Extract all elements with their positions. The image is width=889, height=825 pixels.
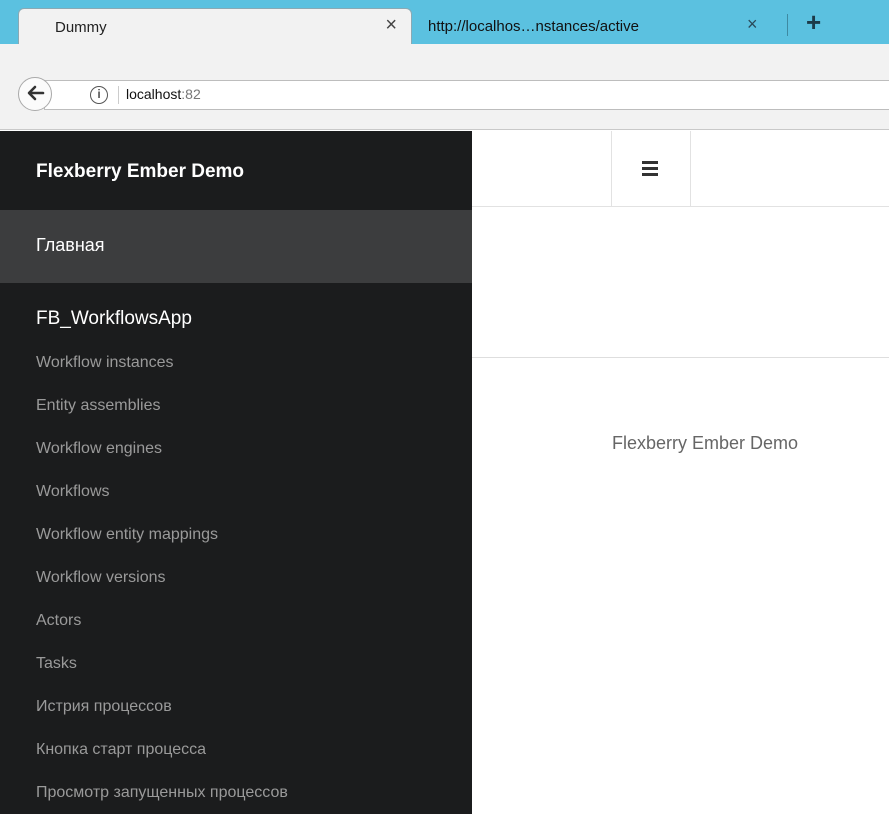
sidebar-item-workflow-instances[interactable]: Workflow instances	[36, 352, 288, 395]
brand-title[interactable]: Flexberry Ember Demo	[36, 161, 244, 183]
plus-icon[interactable]: +	[806, 9, 821, 35]
sidebar-item-entity-assemblies[interactable]: Entity assemblies	[36, 395, 288, 438]
sidebar-item-label: Главная	[36, 235, 105, 255]
url-text[interactable]: localhost:82	[126, 86, 201, 102]
sidebar-item-process-history[interactable]: Истрия процессов	[36, 696, 288, 739]
url-port: :82	[181, 86, 201, 102]
sidebar-item-actors[interactable]: Actors	[36, 610, 288, 653]
main-content: Flexberry Ember Demo	[472, 131, 889, 814]
back-arrow-icon	[25, 82, 45, 109]
sidebar-item-running-processes[interactable]: Просмотр запущенных процессов	[36, 782, 288, 825]
tab-title: http://localhos…nstances/active	[428, 18, 639, 35]
page-header	[472, 208, 889, 358]
browser-tab-instances[interactable]: http://localhos…nstances/active ×	[418, 8, 778, 44]
menu-toggle-button[interactable]	[611, 131, 691, 207]
browser-tab-dummy[interactable]: Dummy ×	[18, 8, 412, 45]
sidebar-item-home[interactable]: Главная	[0, 210, 472, 283]
url-host: localhost	[126, 86, 182, 102]
sidebar-group-title: FB_WorkflowsApp	[36, 308, 192, 329]
hamburger-icon	[642, 161, 658, 176]
sidebar-item-workflows[interactable]: Workflows	[36, 481, 288, 524]
tab-title: Dummy	[55, 19, 107, 36]
sidebar-item-tasks[interactable]: Tasks	[36, 653, 288, 696]
footer-title: Flexberry Ember Demo	[612, 433, 799, 453]
address-separator	[118, 86, 119, 104]
top-bar	[472, 131, 889, 207]
sidebar-item-workflow-versions[interactable]: Workflow versions	[36, 567, 288, 610]
tab-separator	[787, 14, 788, 36]
back-button[interactable]	[18, 77, 52, 111]
sidebar: Flexberry Ember Demo Главная FB_Workflow…	[0, 131, 472, 814]
sidebar-item-workflow-engines[interactable]: Workflow engines	[36, 438, 288, 481]
sidebar-item-workflow-entity-mappings[interactable]: Workflow entity mappings	[36, 524, 288, 567]
sidebar-nav-list: Workflow instances Entity assemblies Wor…	[36, 352, 288, 825]
info-icon[interactable]: i	[90, 86, 108, 104]
close-icon[interactable]: ×	[385, 15, 397, 35]
close-icon[interactable]: ×	[747, 15, 758, 33]
sidebar-item-start-process[interactable]: Кнопка старт процесса	[36, 739, 288, 782]
